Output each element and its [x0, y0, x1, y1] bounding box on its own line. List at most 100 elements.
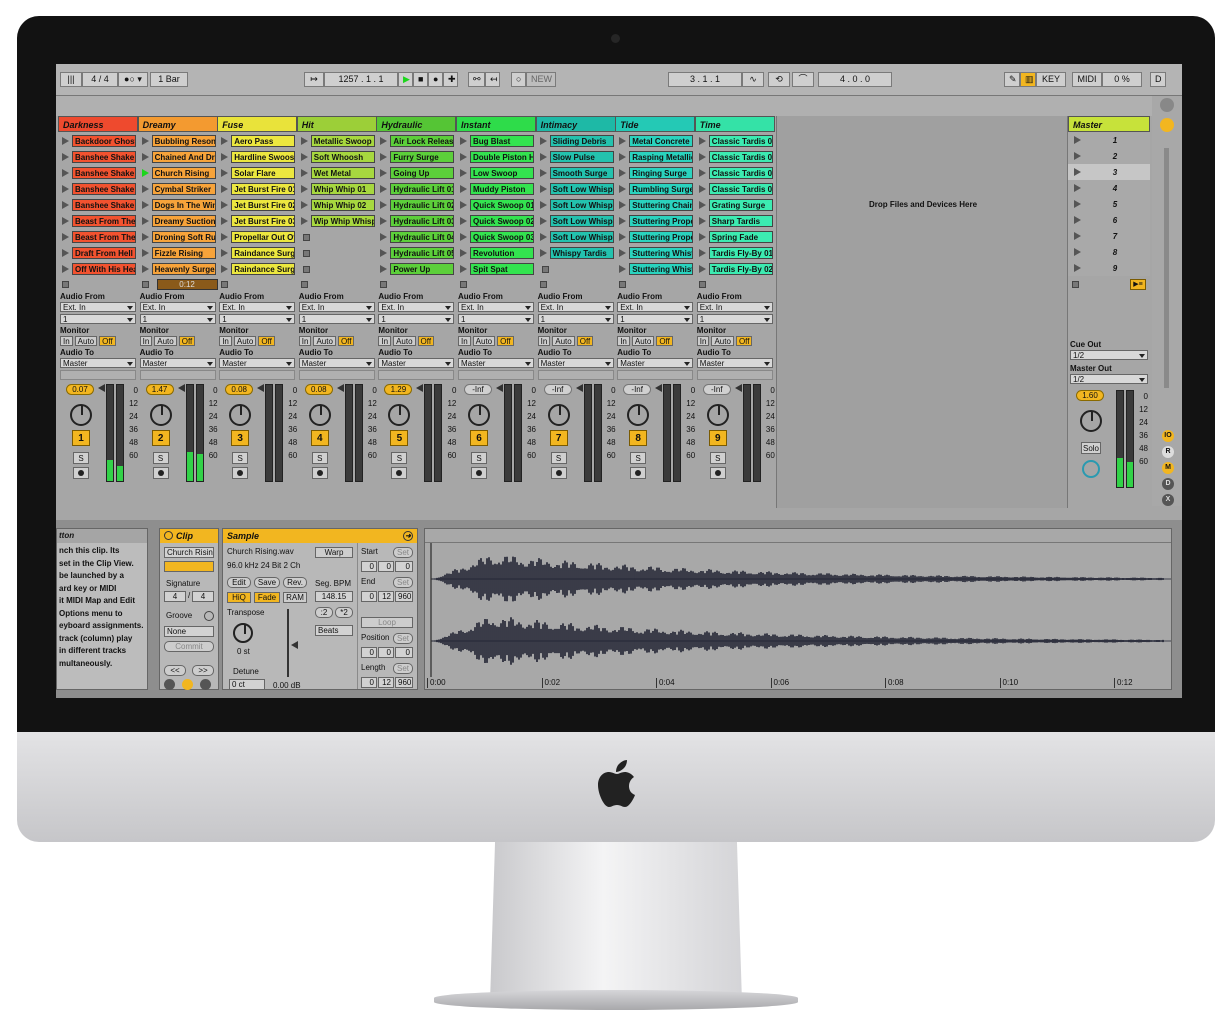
- volume-handle-icon[interactable]: [177, 384, 185, 392]
- monitor-auto-button[interactable]: Auto: [233, 336, 257, 346]
- master-track-header[interactable]: Master: [1068, 116, 1150, 132]
- transpose-knob[interactable]: [233, 623, 253, 643]
- monitor-auto-button[interactable]: Auto: [631, 336, 655, 346]
- reverse-button[interactable]: Rev.: [283, 577, 307, 588]
- start-tick[interactable]: 0: [395, 561, 413, 572]
- scene-launch-icon[interactable]: [1074, 232, 1081, 240]
- draw-mode-icon[interactable]: ✎: [1004, 72, 1020, 87]
- clip-launch-icon[interactable]: [460, 153, 467, 161]
- clip-launch-icon[interactable]: [619, 169, 627, 177]
- clip-launch-icon[interactable]: [380, 217, 388, 225]
- solo-button[interactable]: S: [709, 452, 726, 464]
- track-stop-button[interactable]: [698, 280, 706, 288]
- clip[interactable]: Hydraulic Lift 04: [390, 231, 455, 243]
- arm-button[interactable]: [73, 467, 89, 479]
- track-volume[interactable]: 1.29: [384, 384, 413, 395]
- clip-launch-icon[interactable]: [698, 233, 706, 241]
- clip[interactable]: Grating Surge: [708, 199, 773, 211]
- loop-length[interactable]: 4 . 0 . 0: [818, 72, 892, 87]
- clip-slot[interactable]: Soft Low Whisp: [536, 228, 616, 244]
- scene-launch-icon[interactable]: [1074, 168, 1081, 176]
- clip-slot[interactable]: Going Up: [376, 164, 456, 180]
- monitor-off-button[interactable]: Off: [258, 336, 275, 346]
- sample-waveform-editor[interactable]: 0:00 0:02 0:04 0:06 0:08 0:10 0:12: [424, 528, 1172, 690]
- clip-slot[interactable]: Hydraulic Lift 03: [376, 212, 456, 228]
- clip-slot[interactable]: Dogs In The Win: [138, 196, 218, 212]
- clip-slot[interactable]: Double Piston H: [456, 148, 536, 164]
- audio-from-select[interactable]: Ext. In: [139, 302, 216, 312]
- audio-from-select[interactable]: Ext. In: [298, 302, 375, 312]
- volume-handle-icon[interactable]: [655, 384, 663, 392]
- pan-knob[interactable]: [706, 404, 729, 426]
- clip-launch-icon[interactable]: [141, 233, 149, 241]
- arm-button[interactable]: [391, 467, 408, 479]
- length-bar[interactable]: 0: [361, 677, 377, 688]
- position-set-button[interactable]: Set: [393, 633, 413, 644]
- clip[interactable]: Double Piston H: [470, 151, 534, 163]
- clip[interactable]: Revolution: [470, 247, 534, 259]
- clip-launch-icon[interactable]: [460, 201, 467, 209]
- clip[interactable]: Rasping Metallic: [629, 151, 694, 163]
- clip-launch-icon[interactable]: [141, 201, 149, 209]
- solo-button[interactable]: S: [311, 452, 328, 464]
- waveform-display[interactable]: [425, 543, 1171, 677]
- solo-button[interactable]: S: [152, 452, 169, 464]
- audio-to-select[interactable]: Master: [458, 358, 534, 368]
- clip-slot[interactable]: Hydraulic Lift 05: [376, 244, 456, 260]
- clip-slot[interactable]: Hydraulic Lift 02: [376, 196, 456, 212]
- audio-to-select[interactable]: Master: [60, 358, 136, 368]
- clip-launch-icon[interactable]: [62, 249, 69, 257]
- clip-slot[interactable]: Droning Soft Ru: [138, 228, 218, 244]
- clip-slot[interactable]: Banshee Shake: [58, 196, 138, 212]
- clip[interactable]: Hydraulic Lift 01: [390, 183, 455, 195]
- clip-slot[interactable]: Church Rising: [138, 164, 218, 180]
- clip[interactable]: Hydraulic Lift 02: [390, 199, 455, 211]
- clip[interactable]: Soft Low Whisp: [549, 199, 614, 211]
- scene-launch-icon[interactable]: [1074, 152, 1081, 160]
- input-channel-select[interactable]: 1: [139, 314, 216, 324]
- clip-slot[interactable]: Furry Surge: [376, 148, 456, 164]
- scene-launch-icon[interactable]: [1074, 264, 1081, 272]
- clip-launch-icon[interactable]: [539, 233, 547, 241]
- clip-slot[interactable]: Tardis Fly-By 01: [695, 244, 775, 260]
- audio-to-select[interactable]: Master: [617, 358, 694, 368]
- arm-button[interactable]: [471, 467, 487, 479]
- master-out-select[interactable]: 1/2: [1070, 374, 1148, 384]
- monitor-auto-button[interactable]: Auto: [393, 336, 416, 346]
- empty-clip-slot[interactable]: [297, 260, 377, 276]
- clip-launch-icon[interactable]: [698, 265, 706, 273]
- clip-launch-icon[interactable]: [698, 201, 706, 209]
- clip-name-field[interactable]: Church Risin: [164, 547, 214, 558]
- loop-switch-button[interactable]: ⟲: [768, 72, 790, 87]
- clip-activator-icon[interactable]: [164, 531, 173, 540]
- clip-slot[interactable]: Aero Pass: [217, 132, 297, 148]
- loop-record-button[interactable]: ○: [511, 72, 526, 87]
- master-volume[interactable]: 1.60: [1076, 390, 1104, 401]
- scene-launch-icon[interactable]: [1074, 200, 1081, 208]
- clip-launch-icon[interactable]: [380, 265, 388, 273]
- clip-launch-icon[interactable]: [62, 185, 69, 193]
- clip-slot[interactable]: Stuttering Chain: [615, 196, 695, 212]
- clip-slot[interactable]: Smooth Surge: [536, 164, 616, 180]
- clip-launch-icon[interactable]: [141, 137, 149, 145]
- monitor-auto-button[interactable]: Auto: [74, 336, 98, 346]
- clip-launch-icon[interactable]: [221, 233, 229, 241]
- clip-launch-icon[interactable]: [380, 201, 388, 209]
- track-volume[interactable]: -Inf: [702, 384, 731, 395]
- clip[interactable]: Wet Metal: [310, 167, 375, 179]
- track-stop-button[interactable]: [539, 280, 547, 288]
- clip[interactable]: Bug Blast: [470, 135, 534, 147]
- clip-slot[interactable]: Low Swoop: [456, 164, 536, 180]
- vertical-scrollbar[interactable]: [1164, 148, 1169, 388]
- new-button[interactable]: NEW: [526, 72, 556, 87]
- track-stop-button[interactable]: [141, 280, 149, 288]
- track-stop-button[interactable]: [221, 280, 229, 288]
- volume-handle-icon[interactable]: [98, 384, 105, 392]
- clip-launch-icon[interactable]: [539, 153, 547, 161]
- clip[interactable]: Soft Low Whisp: [549, 183, 614, 195]
- clip[interactable]: Going Up: [390, 167, 455, 179]
- clip[interactable]: Rumbling Surge: [629, 183, 694, 195]
- edit-button[interactable]: Edit: [227, 577, 251, 588]
- input-channel-select[interactable]: 1: [219, 314, 296, 324]
- clip-launch-icon[interactable]: [460, 265, 467, 273]
